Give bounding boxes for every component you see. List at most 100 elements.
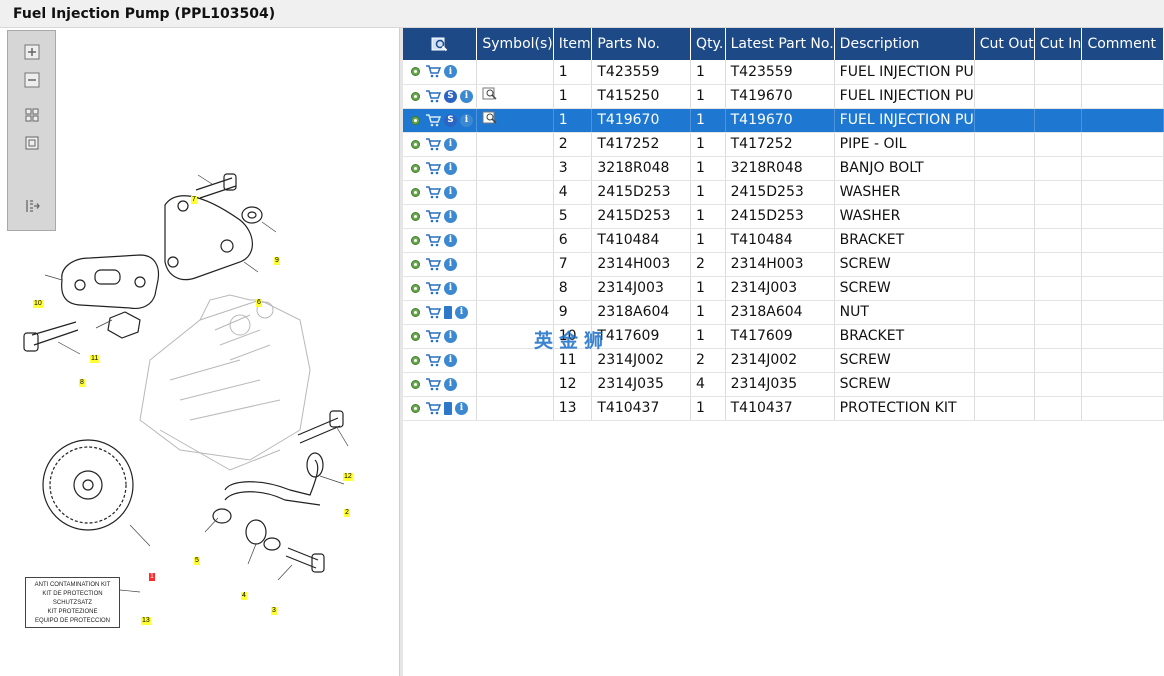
supersession-icon[interactable]: S [444, 89, 457, 103]
gear-icon[interactable] [409, 210, 422, 223]
cell-latest-part-no[interactable]: T410437 [725, 396, 835, 421]
view-symbol-icon[interactable] [482, 87, 498, 101]
supersession-icon[interactable]: S [444, 113, 457, 127]
table-row[interactable]: i 5 2415D253 1 2415D253 WASHER [403, 204, 1164, 229]
callout-5[interactable]: 5 [194, 557, 200, 565]
table-row[interactable]: i 7 2314H003 2 2314H003 SCREW [403, 252, 1164, 277]
column-header-parts-no[interactable]: Parts No. [591, 28, 692, 60]
cart-icon[interactable] [425, 401, 441, 415]
column-header-item[interactable]: Item [553, 28, 593, 60]
table-row[interactable]: i 12 2314J035 4 2314J035 SCREW [403, 372, 1164, 397]
table-row-selected[interactable]: Si 1 T419670 1 T419670 FUEL INJECTION PU [403, 108, 1164, 133]
table-row[interactable]: i 4 2415D253 1 2415D253 WASHER [403, 180, 1164, 205]
column-header-symbols[interactable]: Symbol(s) [476, 28, 554, 60]
callout-10[interactable]: 10 [33, 300, 43, 308]
cart-icon[interactable] [425, 209, 441, 223]
gear-icon[interactable] [409, 162, 422, 175]
info-icon[interactable]: i [444, 65, 457, 79]
cell-latest-part-no[interactable]: 2314J002 [725, 348, 835, 373]
cart-icon[interactable] [425, 233, 441, 247]
callout-2[interactable]: 2 [344, 509, 350, 517]
column-header-description[interactable]: Description [834, 28, 975, 60]
cell-parts-no[interactable]: T415250 [591, 84, 692, 109]
table-row[interactable]: i 2 T417252 1 T417252 PIPE - OIL [403, 132, 1164, 157]
info-icon[interactable]: i [444, 137, 457, 151]
cell-parts-no[interactable]: T417252 [591, 132, 692, 157]
gear-icon[interactable] [409, 282, 422, 295]
callout-1[interactable]: 1 [149, 573, 155, 581]
cell-latest-part-no[interactable]: 3218R048 [725, 156, 835, 181]
callout-8[interactable]: 8 [79, 379, 85, 387]
cell-latest-part-no[interactable]: T423559 [725, 60, 835, 85]
info-icon[interactable]: i [444, 185, 457, 199]
info-icon[interactable]: i [444, 281, 457, 295]
table-row[interactable]: i 10 T417609 1 T417609 BRACKET [403, 324, 1164, 349]
column-header-comment[interactable]: Comment [1081, 28, 1164, 60]
cell-latest-part-no[interactable]: T419670 [725, 108, 835, 133]
cell-parts-no[interactable]: T423559 [591, 60, 692, 85]
cell-parts-no[interactable]: T410437 [591, 396, 692, 421]
column-header-latest-part-no[interactable]: Latest Part No. [725, 28, 835, 60]
callout-7[interactable]: 7 [191, 196, 197, 204]
info-icon[interactable]: i [444, 209, 457, 223]
callout-4[interactable]: 4 [241, 592, 247, 600]
cell-parts-no[interactable]: T419670 [591, 108, 692, 133]
table-row[interactable]: i 1 T423559 1 T423559 FUEL INJECTION PU [403, 60, 1164, 85]
cell-latest-part-no[interactable]: T417252 [725, 132, 835, 157]
info-icon[interactable]: i [455, 401, 468, 415]
cell-latest-part-no[interactable]: T417609 [725, 324, 835, 349]
cart-icon[interactable] [425, 377, 441, 391]
gear-icon[interactable] [409, 65, 422, 78]
callout-11[interactable]: 11 [90, 355, 100, 363]
info-icon[interactable]: i [460, 89, 473, 103]
cell-latest-part-no[interactable]: 2318A604 [725, 300, 835, 325]
column-header-qty[interactable]: Qty. [690, 28, 726, 60]
callout-6[interactable]: 6 [256, 299, 262, 307]
info-icon[interactable]: i [444, 329, 457, 343]
table-row[interactable]: i 3 3218R048 1 3218R048 BANJO BOLT [403, 156, 1164, 181]
gear-icon[interactable] [409, 138, 422, 151]
cell-latest-part-no[interactable]: 2415D253 [725, 180, 835, 205]
cart-icon[interactable] [425, 329, 441, 343]
cell-parts-no[interactable]: 2314H003 [591, 252, 692, 277]
gear-icon[interactable] [409, 258, 422, 271]
book-icon[interactable] [444, 401, 452, 415]
table-row[interactable]: i 9 2318A604 1 2318A604 NUT [403, 300, 1164, 325]
info-icon[interactable]: i [444, 353, 457, 367]
cart-icon[interactable] [425, 353, 441, 367]
gear-icon[interactable] [409, 90, 422, 103]
gear-icon[interactable] [409, 378, 422, 391]
cart-icon[interactable] [425, 113, 441, 127]
cart-icon[interactable] [425, 89, 441, 103]
column-header-cut-in[interactable]: Cut In [1034, 28, 1083, 60]
view-symbol-icon[interactable] [482, 111, 498, 125]
cell-parts-no[interactable]: 3218R048 [591, 156, 692, 181]
book-icon[interactable] [444, 305, 452, 319]
cell-parts-no[interactable]: 2318A604 [591, 300, 692, 325]
table-row[interactable]: Si 1 T415250 1 T419670 FUEL INJECTION PU [403, 84, 1164, 109]
gear-icon[interactable] [409, 186, 422, 199]
callout-12[interactable]: 12 [343, 473, 353, 481]
callout-13[interactable]: 13 [141, 617, 151, 625]
callout-9[interactable]: 9 [274, 257, 280, 265]
cell-latest-part-no[interactable]: 2314J003 [725, 276, 835, 301]
diagram-pane[interactable]: 7 9 6 10 11 8 12 2 5 4 3 1 13 ANTI CONTA… [0, 28, 400, 676]
cell-latest-part-no[interactable]: T410484 [725, 228, 835, 253]
cell-latest-part-no[interactable]: 2415D253 [725, 204, 835, 229]
cell-latest-part-no[interactable]: 2314H003 [725, 252, 835, 277]
column-header-search[interactable] [403, 28, 478, 60]
cart-icon[interactable] [425, 161, 441, 175]
table-row[interactable]: i 8 2314J003 1 2314J003 SCREW [403, 276, 1164, 301]
info-icon[interactable]: i [460, 113, 473, 127]
callout-3[interactable]: 3 [271, 607, 277, 615]
cell-parts-no[interactable]: 2415D253 [591, 180, 692, 205]
column-header-cut-out[interactable]: Cut Out [974, 28, 1035, 60]
cell-parts-no[interactable]: 2314J003 [591, 276, 692, 301]
cell-latest-part-no[interactable]: 2314J035 [725, 372, 835, 397]
table-row[interactable]: i 13 T410437 1 T410437 PROTECTION KIT [403, 396, 1164, 421]
info-icon[interactable]: i [455, 305, 468, 319]
info-icon[interactable]: i [444, 377, 457, 391]
info-icon[interactable]: i [444, 233, 457, 247]
cell-parts-no[interactable]: 2415D253 [591, 204, 692, 229]
table-row[interactable]: i 6 T410484 1 T410484 BRACKET [403, 228, 1164, 253]
